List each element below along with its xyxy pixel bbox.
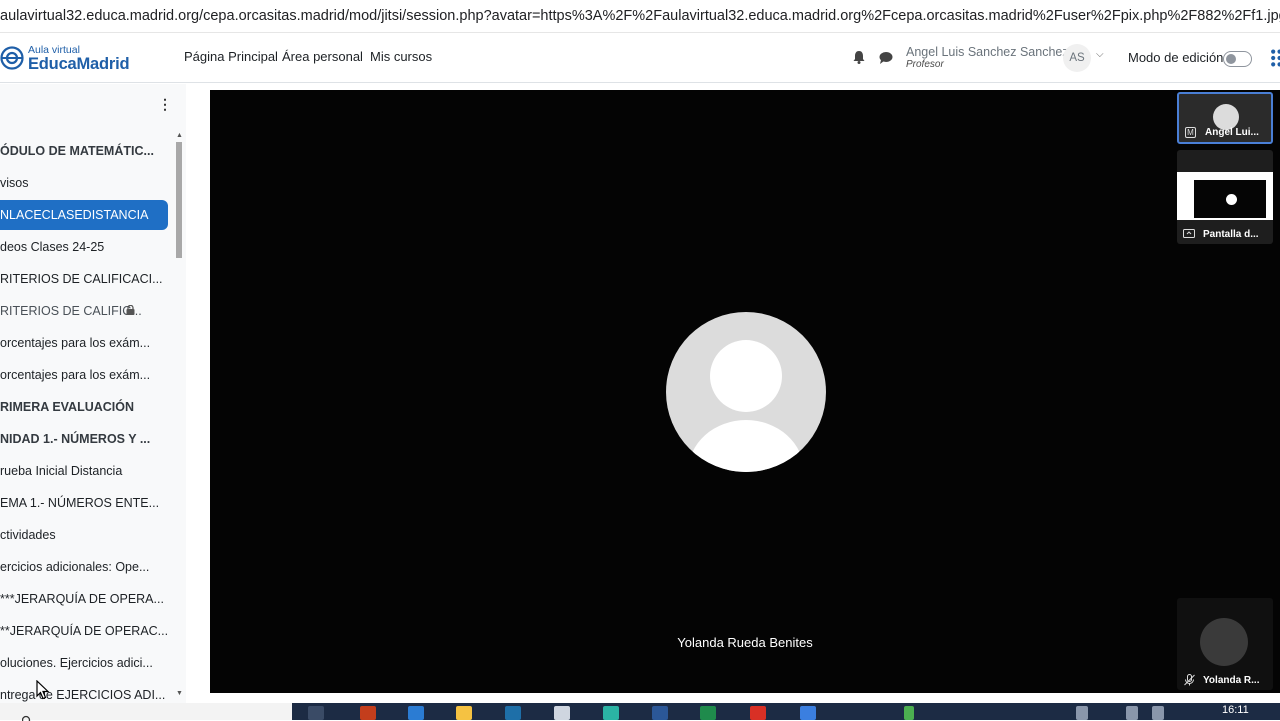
course-item-entrega-ejercicios[interactable]: ntrega de EJERCICIOS ADI... bbox=[0, 680, 168, 704]
taskbar-powerpoint-icon[interactable] bbox=[360, 706, 376, 720]
screen-share-preview bbox=[1177, 172, 1273, 220]
screen-share-avatar bbox=[1226, 194, 1237, 205]
nav-my-courses-link[interactable]: Mis cursos bbox=[370, 49, 432, 64]
course-item-porcentajes-2[interactable]: orcentajes para los exám... bbox=[0, 360, 168, 390]
toggle-knob bbox=[1226, 54, 1236, 64]
course-item-enlace-clase-distancia[interactable]: NLACECLASEDISTANCIA bbox=[0, 200, 168, 230]
taskbar-word-icon[interactable] bbox=[652, 706, 668, 720]
taskbar-file-explorer-icon[interactable] bbox=[456, 706, 472, 720]
taskbar-clock[interactable]: 16:11 bbox=[1222, 704, 1249, 716]
course-item-avisos[interactable]: visos bbox=[0, 168, 168, 198]
sidebar-scrollbar-thumb[interactable] bbox=[176, 142, 182, 258]
course-item-ejercicios-adicionales[interactable]: ercicios adicionales: Ope... bbox=[0, 552, 168, 582]
tray-battery-icon[interactable] bbox=[1126, 706, 1138, 720]
user-role: Profesor bbox=[906, 59, 944, 70]
course-item-porcentajes-1[interactable]: orcentajes para los exám... bbox=[0, 328, 168, 358]
participant-avatar bbox=[1200, 618, 1248, 666]
course-item-criterios-2[interactable]: RITERIOS DE CALIFIC... bbox=[0, 296, 168, 326]
logo-title: EducaMadrid bbox=[28, 55, 129, 74]
default-user-icon bbox=[666, 312, 826, 472]
course-item-videos-clases[interactable]: deos Clases 24-25 bbox=[0, 232, 168, 262]
speaker-name: Yolanda Rueda Benites bbox=[210, 635, 1280, 650]
user-name[interactable]: Angel Luis Sanchez Sanchez bbox=[906, 45, 1069, 59]
browser-url-bar[interactable]: aulavirtual32.educa.madrid.org/cepa.orca… bbox=[0, 0, 1280, 33]
nav-home-link[interactable]: Página Principal bbox=[184, 49, 278, 64]
course-item-label: RITERIOS DE CALIFIC... bbox=[0, 304, 142, 318]
participant-thumbnail-self[interactable]: M Angel Lui... bbox=[1177, 92, 1273, 144]
taskbar-stock-icon[interactable] bbox=[904, 706, 914, 720]
thumbnail-name: Pantalla d... bbox=[1177, 229, 1273, 240]
participant-thumbnail-yolanda[interactable]: Yolanda R... bbox=[1177, 598, 1273, 690]
taskbar-notepad-icon[interactable] bbox=[554, 706, 570, 720]
course-item-jerarquia-1[interactable]: ***JERARQUÍA DE OPERA... bbox=[0, 584, 168, 614]
search-icon bbox=[22, 715, 32, 721]
lock-icon bbox=[126, 305, 135, 315]
educamadrid-logo[interactable]: Aula virtual EducaMadrid bbox=[0, 43, 140, 73]
scroll-down-arrow-icon[interactable]: ▼ bbox=[176, 690, 183, 697]
scroll-up-arrow-icon[interactable]: ▲ bbox=[176, 132, 183, 139]
url-text[interactable]: aulavirtual32.educa.madrid.org/cepa.orca… bbox=[0, 8, 1280, 24]
section-modulo-matematicas[interactable]: ÓDULO DE MATEMÁTIC... bbox=[0, 136, 168, 166]
taskbar-browser-icon[interactable] bbox=[603, 706, 619, 720]
logo-globe-icon bbox=[0, 46, 24, 70]
kebab-menu-icon[interactable]: ⋮ bbox=[158, 96, 172, 113]
meeting-stage[interactable]: Yolanda Rueda Benites M Angel Lui... Pan… bbox=[210, 90, 1280, 693]
taskbar-edge-icon[interactable] bbox=[408, 706, 424, 720]
section-unidad-1[interactable]: NIDAD 1.- NÚMEROS Y ... bbox=[0, 424, 168, 454]
course-item-jerarquia-2[interactable]: **JERARQUÍA DE OPERAC... bbox=[0, 616, 168, 646]
chat-icon[interactable] bbox=[879, 51, 893, 64]
thumbnail-name: Angel Lui... bbox=[1179, 127, 1273, 138]
apps-grid-icon[interactable] bbox=[1268, 48, 1280, 68]
section-primera-evaluacion[interactable]: RIMERA EVALUACIÓN bbox=[0, 392, 168, 422]
taskbar-excel-icon[interactable] bbox=[700, 706, 716, 720]
course-item-actividades[interactable]: ctividades bbox=[0, 520, 168, 550]
course-item-tema-1[interactable]: EMA 1.- NÚMEROS ENTE... bbox=[0, 488, 168, 518]
course-item-criterios-1[interactable]: RITERIOS DE CALIFICACI... bbox=[0, 264, 168, 294]
course-item-prueba-inicial[interactable]: rueba Inicial Distancia bbox=[0, 456, 168, 486]
taskbar-chrome-icon[interactable] bbox=[750, 706, 766, 720]
bell-icon[interactable] bbox=[853, 50, 865, 64]
mouse-cursor-icon bbox=[36, 680, 50, 700]
course-index-sidebar: ⋮ ▲ ▼ ÓDULO DE MATEMÁTIC... visos NLACEC… bbox=[0, 84, 186, 704]
participant-thumbnail-screen-share[interactable]: Pantalla d... bbox=[1177, 150, 1273, 244]
course-item-soluciones[interactable]: oluciones. Ejercicios adici... bbox=[0, 648, 168, 678]
taskbar-search-box[interactable] bbox=[0, 703, 292, 720]
thumbnail-name: Yolanda R... bbox=[1177, 675, 1273, 686]
windows-taskbar: 16:11 bbox=[0, 703, 1280, 720]
tray-volume-icon[interactable] bbox=[1152, 706, 1164, 720]
taskbar-mail-icon[interactable] bbox=[800, 706, 816, 720]
speaker-avatar bbox=[666, 312, 826, 472]
edit-mode-toggle[interactable] bbox=[1223, 51, 1252, 67]
taskbar-task-view-icon[interactable] bbox=[308, 706, 324, 720]
screen-share-inner bbox=[1194, 180, 1266, 218]
user-menu-chevron-down-icon[interactable]: ⌵ bbox=[1096, 49, 1104, 60]
nav-dashboard-link[interactable]: Área personal bbox=[282, 49, 363, 64]
user-avatar[interactable]: AS bbox=[1063, 44, 1091, 72]
edit-mode-label: Modo de edición bbox=[1128, 50, 1223, 65]
top-navbar: Aula virtual EducaMadrid Página Principa… bbox=[0, 33, 1280, 83]
tray-network-icon[interactable] bbox=[1076, 706, 1088, 720]
taskbar-app-icon[interactable] bbox=[505, 706, 521, 720]
